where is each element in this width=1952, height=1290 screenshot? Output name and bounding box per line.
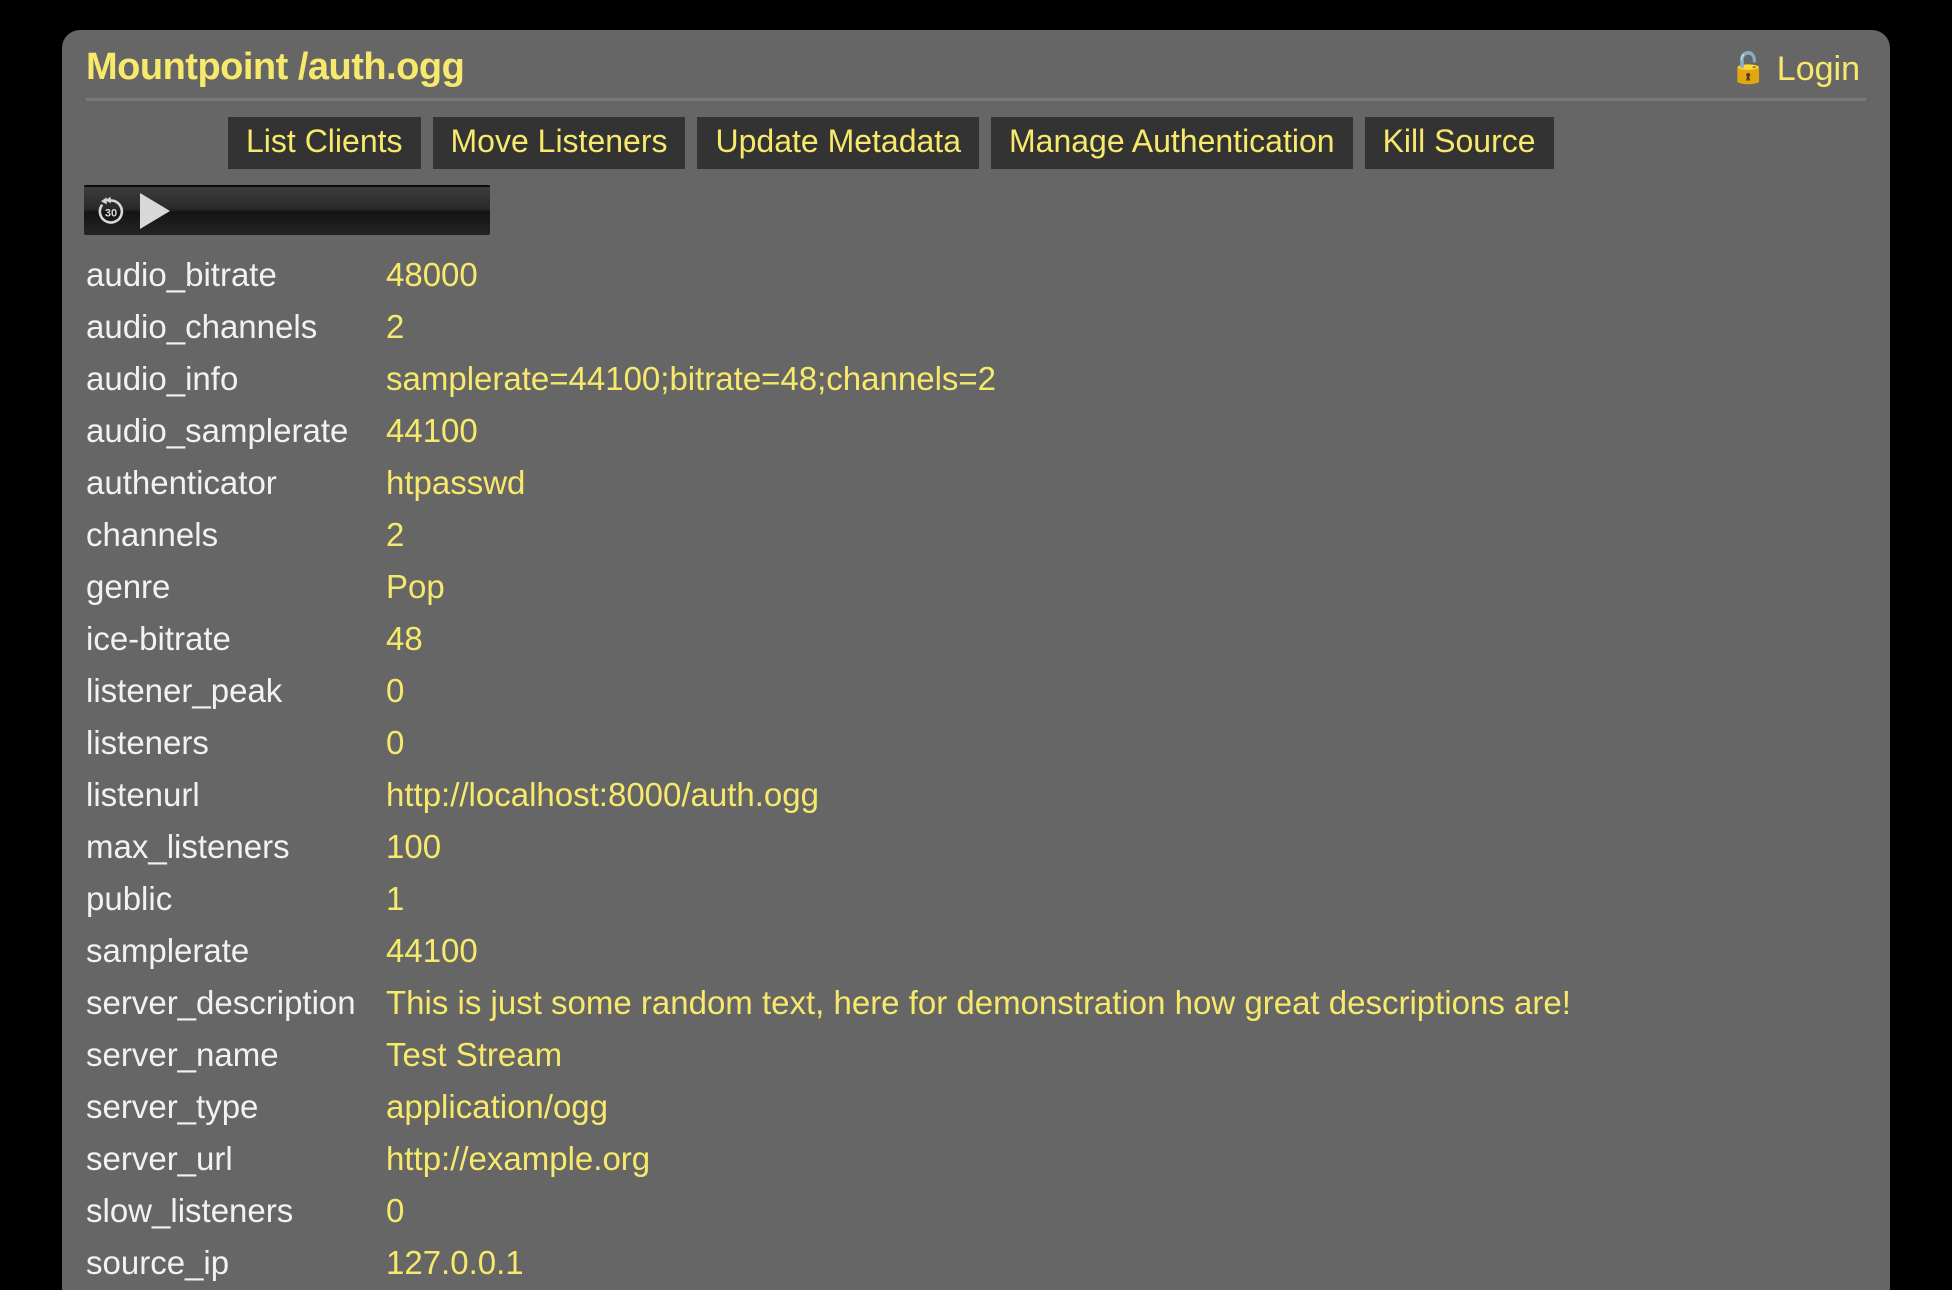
stat-label: listener_peak <box>86 665 386 717</box>
stat-label: slow_listeners <box>86 1185 386 1237</box>
stat-value: 0 <box>386 665 1866 717</box>
stats-row: listeners0 <box>86 717 1866 769</box>
stat-label: authenticator <box>86 457 386 509</box>
stat-label: server_name <box>86 1029 386 1081</box>
stat-label: server_url <box>86 1133 386 1185</box>
stat-value: 1 <box>386 873 1866 925</box>
stat-value: 2 <box>386 301 1866 353</box>
stat-label: server_description <box>86 977 386 1029</box>
stats-row: listener_peak0 <box>86 665 1866 717</box>
stat-label: max_listeners <box>86 821 386 873</box>
stats-row: genrePop <box>86 561 1866 613</box>
content-panel: Mountpoint /auth.ogg 🔓 Login List Client… <box>62 30 1890 1290</box>
stat-value: 44100 <box>386 405 1866 457</box>
stat-value: This is just some random text, here for … <box>386 977 1866 1029</box>
stats-table: audio_bitrate48000audio_channels2audio_i… <box>86 249 1866 1289</box>
stat-value: 100 <box>386 821 1866 873</box>
stats-row: ice-bitrate48 <box>86 613 1866 665</box>
stat-value: 2 <box>386 509 1866 561</box>
page-title: Mountpoint /auth.ogg <box>86 46 464 89</box>
nav-kill-source[interactable]: Kill Source <box>1365 117 1554 169</box>
stats-row: server_descriptionThis is just some rand… <box>86 977 1866 1029</box>
stats-row: server_urlhttp://example.org <box>86 1133 1866 1185</box>
stats-row: listenurlhttp://localhost:8000/auth.ogg <box>86 769 1866 821</box>
stats-row: source_ip127.0.0.1 <box>86 1237 1866 1289</box>
nav-buttons-row: List ClientsMove ListenersUpdate Metadat… <box>62 117 1890 169</box>
stat-label: server_type <box>86 1081 386 1133</box>
stat-value: Test Stream <box>386 1029 1866 1081</box>
stats-row: audio_channels2 <box>86 301 1866 353</box>
replay-30-icon[interactable]: 30 <box>94 194 128 228</box>
stats-row: audio_bitrate48000 <box>86 249 1866 301</box>
stats-row: slow_listeners0 <box>86 1185 1866 1237</box>
stat-value: 0 <box>386 717 1866 769</box>
stat-value: 48 <box>386 613 1866 665</box>
stat-value: htpasswd <box>386 457 1866 509</box>
stat-value: application/ogg <box>386 1081 1866 1133</box>
stat-value: 44100 <box>386 925 1866 977</box>
stat-label: listenurl <box>86 769 386 821</box>
stat-label: public <box>86 873 386 925</box>
stat-value: http://localhost:8000/auth.ogg <box>386 769 1866 821</box>
nav-manage-authentication[interactable]: Manage Authentication <box>991 117 1353 169</box>
stats-row: samplerate44100 <box>86 925 1866 977</box>
stat-label: genre <box>86 561 386 613</box>
stat-value: 0 <box>386 1185 1866 1237</box>
nav-list-clients[interactable]: List Clients <box>228 117 421 169</box>
svg-text:30: 30 <box>105 207 117 219</box>
stat-label: source_ip <box>86 1237 386 1289</box>
stats-row: max_listeners100 <box>86 821 1866 873</box>
page-root: Mountpoint /auth.ogg 🔓 Login List Client… <box>0 0 1952 1290</box>
stats-row: audio_samplerate44100 <box>86 405 1866 457</box>
header: Mountpoint /auth.ogg 🔓 Login <box>86 30 1866 101</box>
stat-label: audio_bitrate <box>86 249 386 301</box>
stat-label: audio_channels <box>86 301 386 353</box>
login-area[interactable]: 🔓 Login <box>1729 52 1860 86</box>
nav-update-metadata[interactable]: Update Metadata <box>697 117 979 169</box>
stat-value: 48000 <box>386 249 1866 301</box>
stat-label: ice-bitrate <box>86 613 386 665</box>
stat-label: samplerate <box>86 925 386 977</box>
stat-label: audio_info <box>86 353 386 405</box>
stats-row: public1 <box>86 873 1866 925</box>
stat-label: audio_samplerate <box>86 405 386 457</box>
stat-value: http://example.org <box>386 1133 1866 1185</box>
stat-label: channels <box>86 509 386 561</box>
stat-value: samplerate=44100;bitrate=48;channels=2 <box>386 353 1866 405</box>
stat-value: Pop <box>386 561 1866 613</box>
stats-row: audio_infosamplerate=44100;bitrate=48;ch… <box>86 353 1866 405</box>
stats-row: server_typeapplication/ogg <box>86 1081 1866 1133</box>
nav-move-listeners[interactable]: Move Listeners <box>433 117 686 169</box>
open-padlock-icon: 🔓 <box>1729 54 1766 84</box>
stat-value: 127.0.0.1 <box>386 1237 1866 1289</box>
login-link[interactable]: Login <box>1777 52 1860 86</box>
stat-label: listeners <box>86 717 386 769</box>
stats-row: authenticatorhtpasswd <box>86 457 1866 509</box>
stats-row: server_nameTest Stream <box>86 1029 1866 1081</box>
stats-table-body: audio_bitrate48000audio_channels2audio_i… <box>86 249 1866 1289</box>
stats-row: channels2 <box>86 509 1866 561</box>
audio-player[interactable]: 30 <box>84 185 490 235</box>
play-icon[interactable] <box>140 193 170 229</box>
